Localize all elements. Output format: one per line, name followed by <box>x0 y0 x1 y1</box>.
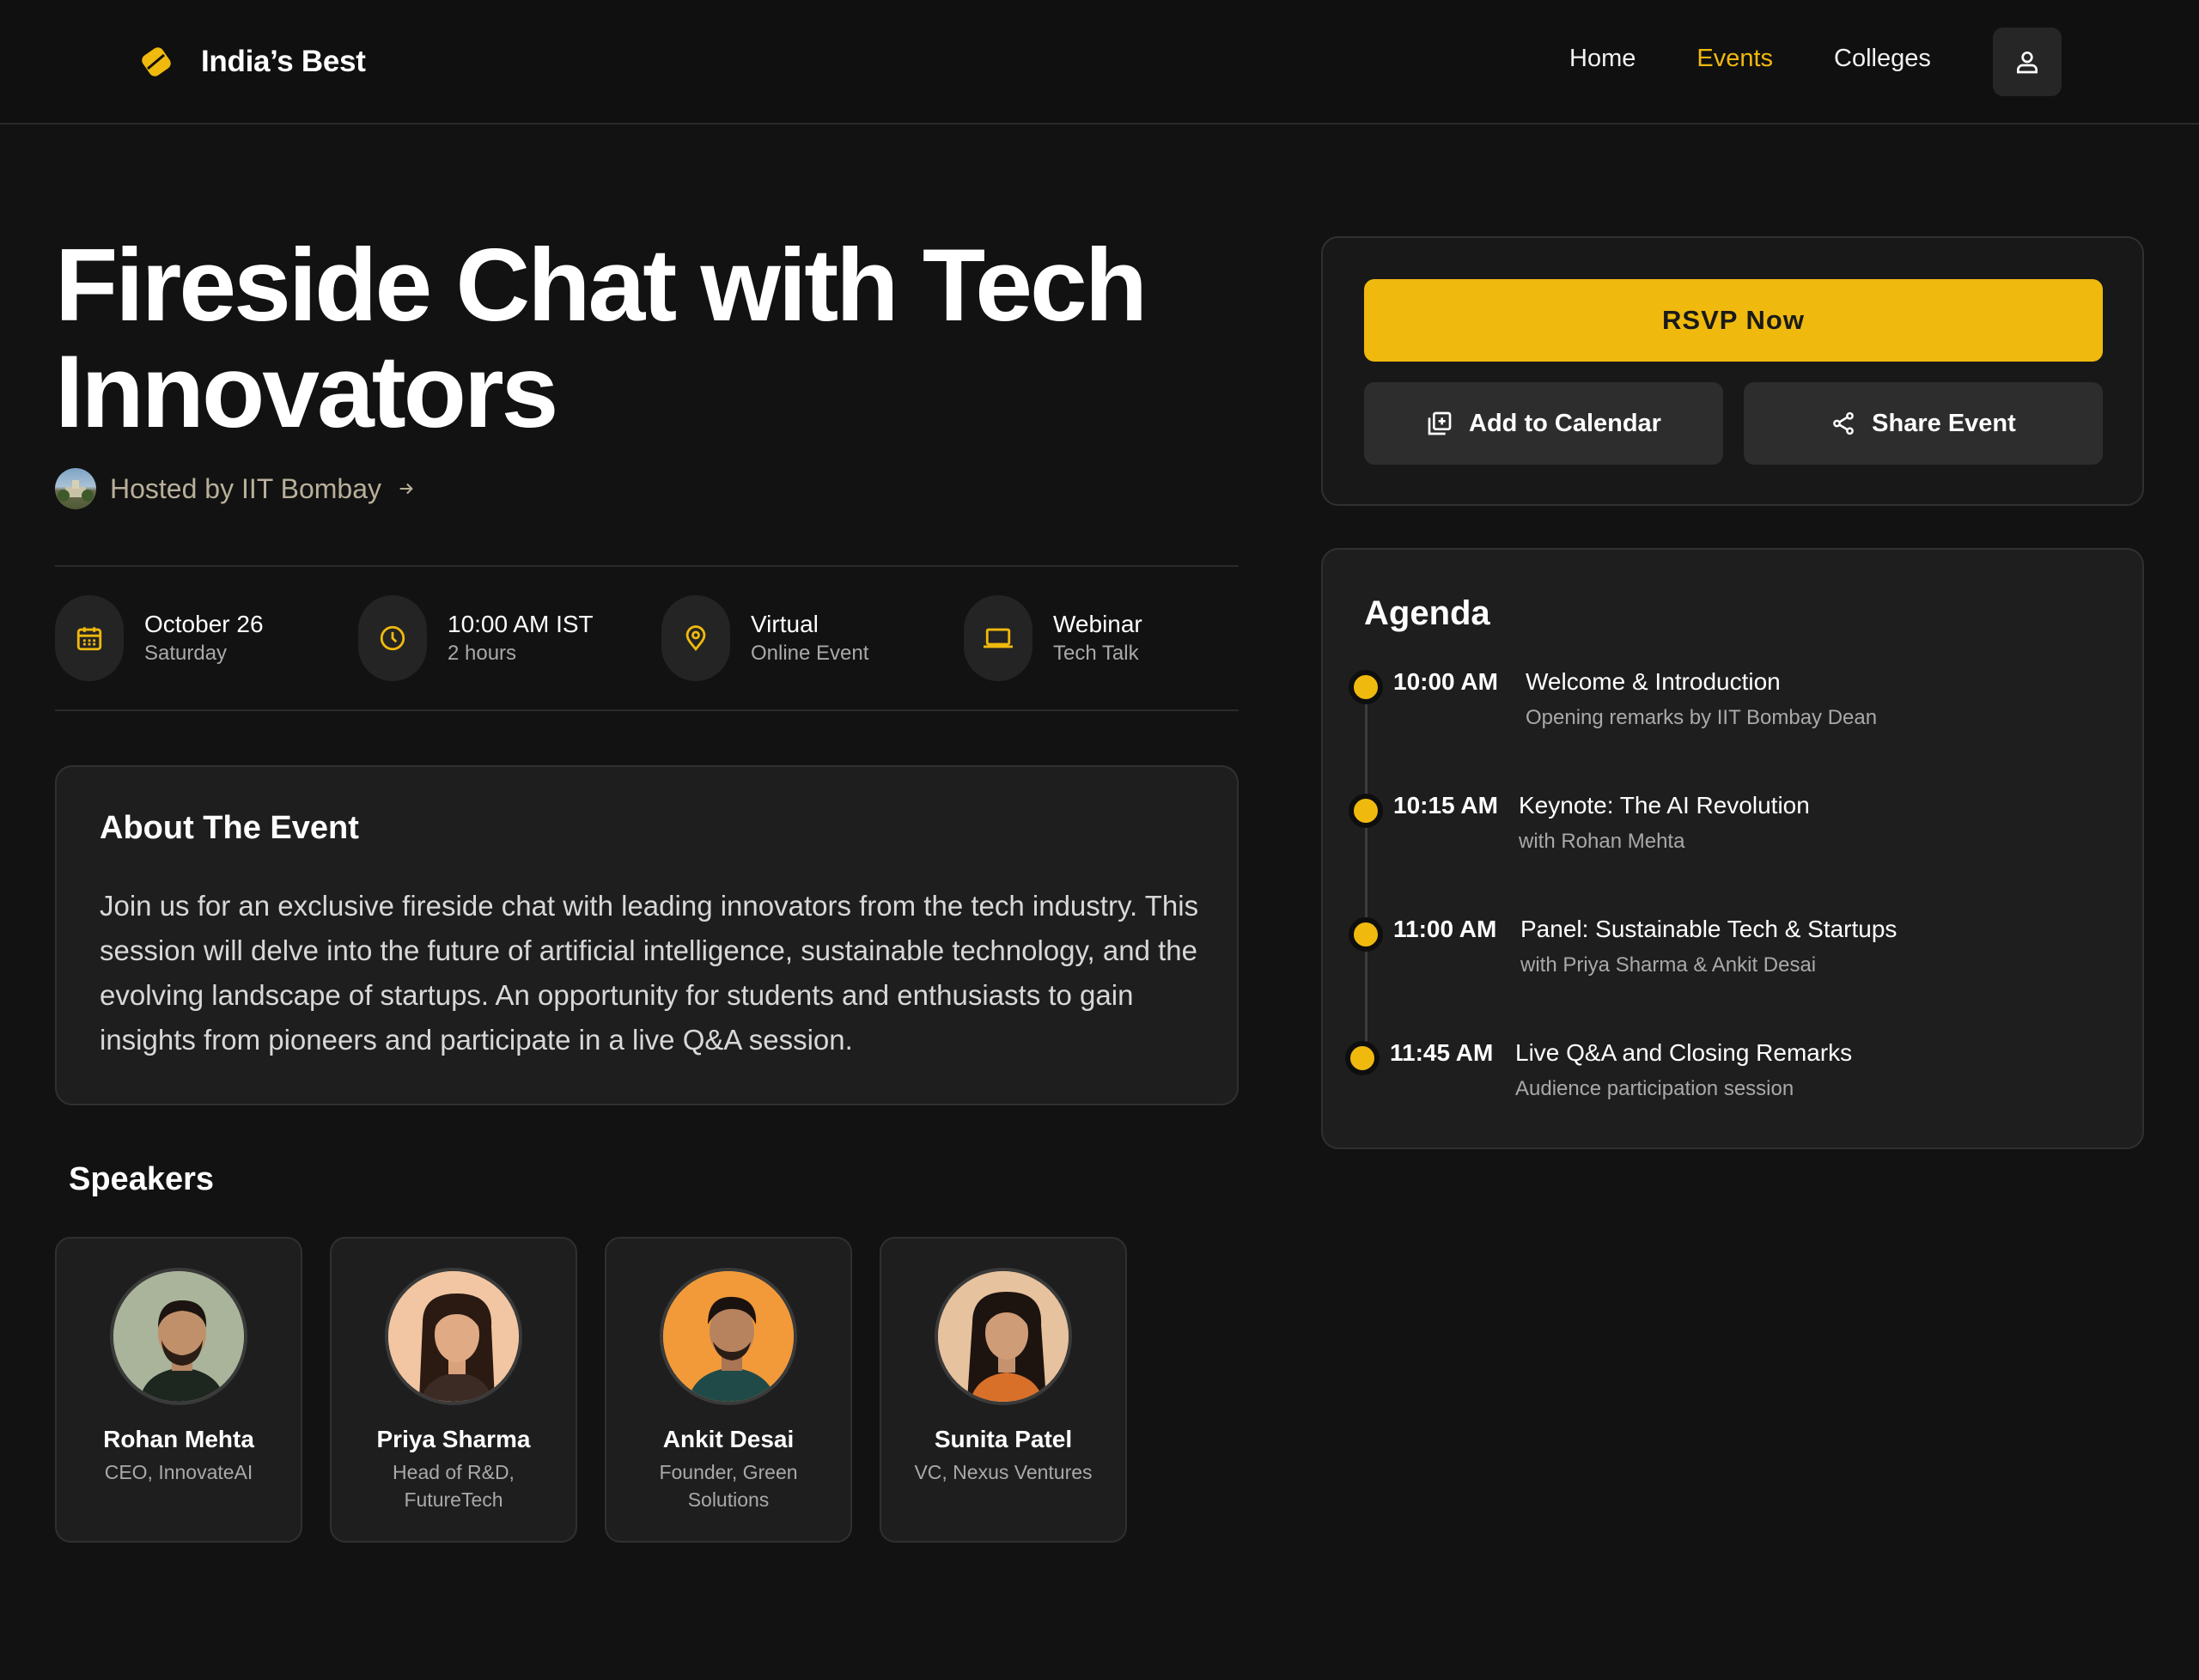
agenda-item-desc: with Priya Sharma & Ankit Desai <box>1520 953 1817 977</box>
calendar-icon <box>76 627 102 651</box>
brand-gem-icon <box>142 47 171 76</box>
agenda-item-desc: Audience participation session <box>1515 1077 1794 1100</box>
agenda-item-desc: Opening remarks by IIT Bombay Dean <box>1526 706 1878 729</box>
speaker-card[interactable]: Rohan Mehta CEO, InnovateAI <box>55 1237 302 1543</box>
speaker-role: CEO, InnovateAI <box>104 1461 253 1483</box>
agenda-time: 11:00 AM <box>1393 916 1497 942</box>
meta-date-sub: Saturday <box>144 642 228 665</box>
speaker-avatar <box>935 1268 1072 1405</box>
nav-link-colleges[interactable]: Colleges <box>1834 45 1931 73</box>
meta-format-sub: Tech Talk <box>1053 642 1139 665</box>
meta-format: Webinar Tech Talk <box>964 594 1142 682</box>
about-card: About The Event Join us for an exclusive… <box>55 765 1239 1105</box>
agenda-item-title: Live Q&A and Closing Remarks <box>1515 1039 1853 1066</box>
meta-divider-top <box>55 565 1239 567</box>
speaker-avatar <box>660 1268 797 1405</box>
meta-time-main: 10:00 AM IST <box>448 611 594 637</box>
speaker-role: VC, Nexus Ventures <box>914 1461 1093 1483</box>
speaker-avatar <box>110 1268 247 1405</box>
agenda-time: 10:15 AM <box>1393 792 1498 819</box>
share-event-label: Share Event <box>1872 409 2016 437</box>
meta-time: 10:00 AM IST 2 hours <box>358 594 594 682</box>
user-icon <box>2017 52 2038 74</box>
speaker-card[interactable]: Sunita Patel VC, Nexus Ventures <box>880 1237 1127 1543</box>
about-title: About The Event <box>100 810 359 846</box>
speaker-role: Founder, Green Solutions <box>659 1461 798 1511</box>
agenda-item-title: Keynote: The AI Revolution <box>1519 792 1810 819</box>
add-to-calendar-label: Add to Calendar <box>1469 409 1661 437</box>
clock-icon <box>380 625 405 651</box>
share-event-button[interactable]: Share Event <box>1744 382 2103 465</box>
agenda-card: Agenda 10:00 AM Welcome & Introduction O… <box>1321 548 2144 1149</box>
speaker-avatar <box>385 1268 522 1405</box>
navbar: India’s Best Home Events Colleges <box>0 0 2199 125</box>
about-body: Join us for an exclusive fireside chat w… <box>100 890 1199 1056</box>
share-icon <box>1833 411 1855 435</box>
arrow-right-icon <box>399 483 413 495</box>
event-title: Fireside Chat with Tech Innovators <box>55 228 1148 449</box>
agenda-time: 11:45 AM <box>1390 1039 1494 1066</box>
agenda-time: 10:00 AM <box>1393 668 1498 695</box>
nav-link-home[interactable]: Home <box>1569 45 1636 73</box>
actions-card: RSVP Now Add to Calendar Share Event <box>1321 236 2144 506</box>
meta-date: October 26 Saturday <box>55 594 264 682</box>
timeline-dot <box>1349 794 1383 828</box>
speaker-name: Ankit Desai <box>662 1426 795 1452</box>
meta-time-sub: 2 hours <box>448 642 517 665</box>
timeline-dot <box>1349 670 1383 704</box>
speaker-card[interactable]: Ankit Desai Founder, Green Solutions <box>605 1237 852 1543</box>
meta-divider-bottom <box>55 709 1239 711</box>
rsvp-button[interactable]: RSVP Now <box>1364 279 2103 362</box>
laptop-icon <box>984 628 1013 648</box>
agenda-title: Agenda <box>1364 594 1490 632</box>
meta-location-sub: Online Event <box>751 642 869 665</box>
calendar-add-icon <box>1428 411 1452 435</box>
agenda-item-title: Panel: Sustainable Tech & Startups <box>1520 916 1897 942</box>
speaker-role: Head of R&D, FutureTech <box>393 1461 515 1511</box>
meta-location: Virtual Online Event <box>661 594 868 682</box>
profile-button[interactable] <box>1993 27 2062 96</box>
brand-name: India’s Best <box>201 45 366 78</box>
speaker-name: Priya Sharma <box>376 1426 531 1452</box>
nav-link-events[interactable]: Events <box>1696 45 1773 73</box>
timeline-dot <box>1345 1041 1380 1075</box>
agenda-timeline-line <box>1365 685 1368 1055</box>
agenda-item-desc: with Rohan Mehta <box>1519 830 1685 853</box>
timeline-dot <box>1349 917 1383 952</box>
speakers-title: Speakers <box>69 1161 215 1197</box>
host-link[interactable]: Hosted by IIT Bombay <box>55 468 416 509</box>
meta-date-main: October 26 <box>144 611 264 637</box>
speaker-name: Rohan Mehta <box>103 1426 254 1452</box>
brand-link[interactable]: India’s Best <box>137 38 366 86</box>
main-nav: Home Events Colleges <box>1569 45 1992 73</box>
host-avatar <box>55 468 96 509</box>
host-label: Hosted by IIT Bombay <box>110 472 381 504</box>
location-pin-icon <box>685 625 706 652</box>
add-to-calendar-button[interactable]: Add to Calendar <box>1364 382 1723 465</box>
meta-location-main: Virtual <box>751 611 819 637</box>
agenda-item-title: Welcome & Introduction <box>1526 668 1781 695</box>
meta-format-main: Webinar <box>1053 611 1142 637</box>
speaker-name: Sunita Patel <box>934 1426 1073 1452</box>
speaker-card[interactable]: Priya Sharma Head of R&D, FutureTech <box>330 1237 577 1543</box>
